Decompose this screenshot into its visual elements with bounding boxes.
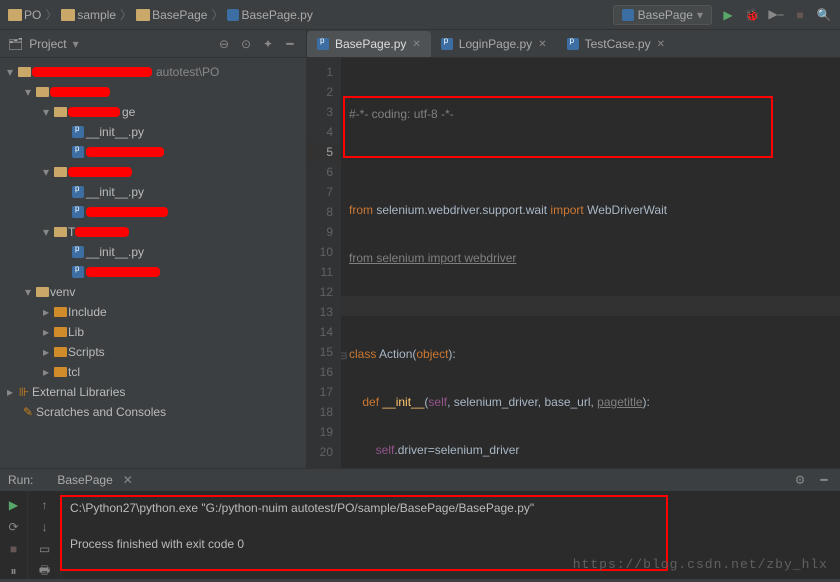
crumb-sample[interactable]: sample	[61, 8, 116, 22]
tab-label: LoginPage.py	[459, 37, 532, 51]
attach-button[interactable]: ▶⎯	[768, 7, 784, 23]
stop-button[interactable]: ■	[792, 7, 808, 23]
crumb-file[interactable]: BasePage.py	[227, 8, 312, 22]
tree-dir: venv	[50, 285, 75, 299]
project-tool-icon: 🗂	[8, 37, 23, 51]
line-gutter: 1234567891011121314151617181920	[307, 58, 341, 468]
close-run-icon[interactable]: ✕	[123, 473, 133, 487]
run-actions-left: ▶ ⟳ ■ ⏸	[0, 491, 28, 579]
code-content[interactable]: #-*- coding: utf-8 -*- from selenium.web…	[341, 58, 840, 468]
breadcrumb-bar: PO 〉 sample 〉 BasePage 〉 BasePage.py Bas…	[0, 0, 840, 30]
tree-external-libs: External Libraries	[32, 385, 125, 399]
run-config-name: BasePage	[57, 473, 112, 487]
debug-button[interactable]: 🐞	[744, 7, 760, 23]
python-icon	[567, 38, 579, 50]
run-actions-right: ↑ ↓ ▭ 🖶	[28, 491, 62, 579]
tree-file: __init__.py	[86, 185, 144, 199]
print-icon[interactable]: 🖶	[37, 563, 53, 579]
tab-loginpage[interactable]: LoginPage.py ✕	[431, 31, 557, 57]
search-icon[interactable]: 🔍	[816, 7, 832, 23]
console-cmd: C:\Python27\python.exe "G:/python-nuim a…	[70, 499, 832, 517]
scratch-icon: ✎	[20, 405, 36, 419]
crumb-label: BasePage.py	[241, 8, 312, 22]
folder-icon	[8, 9, 22, 21]
rerun-button[interactable]: ▶	[6, 497, 22, 513]
tree-root-path: autotest\PO	[156, 65, 219, 79]
chevron-down-icon: ▾	[697, 8, 703, 22]
tree-dir: Scripts	[68, 345, 105, 359]
project-tree[interactable]: ▾autotest\PO ▾ ▾ge __init__.py ▾ __init_…	[0, 58, 306, 468]
pause-button[interactable]: ⏸	[6, 563, 22, 579]
code-area[interactable]: 1234567891011121314151617181920 #-*- cod…	[307, 58, 840, 468]
select-opened-icon[interactable]: ⊙	[238, 36, 254, 52]
crumb-label: PO	[24, 8, 41, 22]
tab-testcase[interactable]: TestCase.py ✕	[557, 31, 675, 57]
tree-file: __init__.py	[86, 125, 144, 139]
close-tab-icon[interactable]: ✕	[657, 39, 665, 50]
crumb-label: sample	[77, 8, 116, 22]
folder-icon	[61, 9, 75, 21]
crumb-sep: 〉	[120, 6, 132, 23]
hide-tool-icon[interactable]: ━	[282, 36, 298, 52]
python-icon	[39, 474, 51, 486]
editor-tabs: BasePage.py ✕ LoginPage.py ✕ TestCase.py ✕	[307, 30, 840, 58]
tab-basepage[interactable]: BasePage.py ✕	[307, 31, 431, 57]
collapse-all-icon[interactable]: ⊖	[216, 36, 232, 52]
console-exit: Process finished with exit code 0	[70, 535, 832, 553]
watermark: https://blog.csdn.net/zby_hlx	[573, 557, 828, 572]
minimize-icon[interactable]: ━	[816, 472, 832, 488]
crumb-root[interactable]: PO	[8, 8, 41, 22]
run-panel-header[interactable]: Run: BasePage ✕ ⚙ ━	[0, 469, 840, 491]
tab-label: TestCase.py	[585, 37, 651, 51]
tree-dir: Include	[68, 305, 107, 319]
python-icon	[441, 38, 453, 50]
crumb-basepage[interactable]: BasePage	[136, 8, 207, 22]
close-tab-icon[interactable]: ✕	[412, 39, 420, 50]
down-icon[interactable]: ↓	[37, 519, 53, 535]
tree-dir: tcl	[68, 365, 80, 379]
python-icon	[227, 9, 239, 21]
toolbar-right: BasePage ▾ ▶ 🐞 ▶⎯ ■ 🔍	[613, 5, 832, 25]
main-split: 🗂 Project ▾ ⊖ ⊙ ✦ ━ ▾autotest\PO ▾ ▾ge _…	[0, 30, 840, 468]
run-config-label: BasePage	[638, 8, 693, 22]
library-icon: ⊪	[16, 385, 32, 399]
stop-button[interactable]: ■	[6, 541, 22, 557]
project-panel: 🗂 Project ▾ ⊖ ⊙ ✦ ━ ▾autotest\PO ▾ ▾ge _…	[0, 30, 307, 468]
run-config-selector[interactable]: BasePage ▾	[613, 5, 712, 25]
close-tab-icon[interactable]: ✕	[538, 39, 546, 50]
wrap-icon[interactable]: ▭	[37, 541, 53, 557]
tree-file: __init__.py	[86, 245, 144, 259]
python-icon	[622, 9, 634, 21]
tree-scratches: Scratches and Consoles	[36, 405, 166, 419]
python-icon	[317, 38, 329, 50]
crumb-sep: 〉	[211, 6, 223, 23]
gear-icon[interactable]: ⚙	[792, 472, 808, 488]
folder-icon	[136, 9, 150, 21]
gear-icon[interactable]: ✦	[260, 36, 276, 52]
run-button[interactable]: ▶	[720, 7, 736, 23]
chevron-down-icon: ▾	[73, 37, 79, 51]
tab-label: BasePage.py	[335, 37, 406, 51]
crumb-label: BasePage	[152, 8, 207, 22]
run-label: Run:	[8, 473, 33, 487]
tree-dir: Lib	[68, 325, 84, 339]
project-title: Project	[29, 37, 66, 51]
stop-button[interactable]: ⟳	[6, 519, 22, 535]
crumb-sep: 〉	[45, 6, 57, 23]
up-icon[interactable]: ↑	[37, 497, 53, 513]
project-panel-header[interactable]: 🗂 Project ▾ ⊖ ⊙ ✦ ━	[0, 30, 306, 58]
editor-panel: BasePage.py✕ LoginPage.py✕ TestCase.py✕ …	[307, 30, 840, 468]
